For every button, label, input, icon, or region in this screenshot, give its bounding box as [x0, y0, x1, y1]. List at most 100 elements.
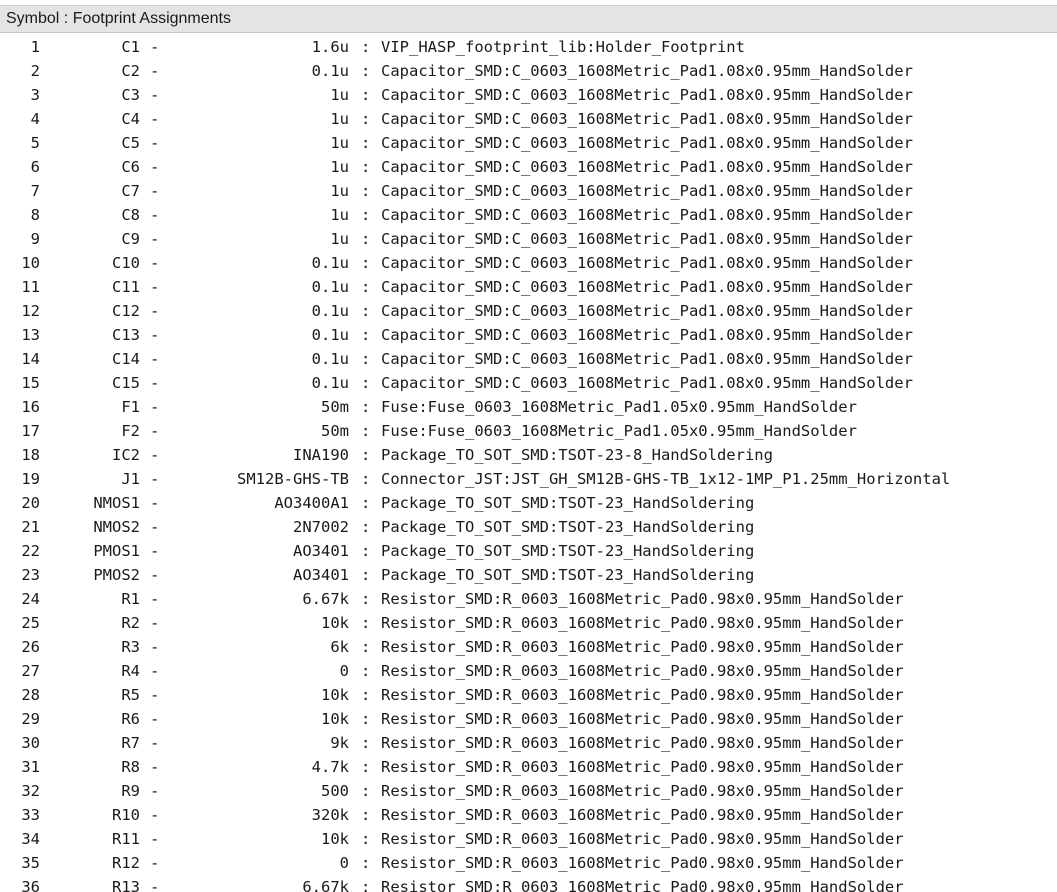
list-item[interactable]: 13 C13- 0.1u: Capacitor_SMD:C_0603_1608Metr… [0, 323, 1057, 347]
list-item[interactable]: 33 R10- 320k: Resistor_SMD:R_0603_1608Metri… [0, 803, 1057, 827]
row-index: 30 [21, 734, 40, 752]
row-value: 0.1u [311, 350, 349, 368]
list-item[interactable]: 26 R3- 6k: Resistor_SMD:R_0603_1608Metric_P… [0, 635, 1057, 659]
row-index: 36 [21, 878, 40, 892]
list-item[interactable]: 3 C3- 1u: Capacitor_SMD:C_0603_1608Metric_P… [0, 83, 1057, 107]
row-reference: C4 [121, 110, 140, 128]
list-item[interactable]: 1 C1- 1.6u: VIP_HASP_footprint_lib:Holder_F… [0, 35, 1057, 59]
list-item[interactable]: 7 C7- 1u: Capacitor_SMD:C_0603_1608Metric_P… [0, 179, 1057, 203]
row-separator: - [150, 278, 160, 296]
list-item[interactable]: 12 C12- 0.1u: Capacitor_SMD:C_0603_1608Metr… [0, 299, 1057, 323]
list-item[interactable]: 8 C8- 1u: Capacitor_SMD:C_0603_1608Metric_P… [0, 203, 1057, 227]
row-separator: - [150, 110, 160, 128]
list-item[interactable]: 24 R1- 6.67k: Resistor_SMD:R_0603_1608Metri… [0, 587, 1057, 611]
row-value: AO3401 [293, 566, 349, 584]
list-item[interactable]: 35 R12- 0: Resistor_SMD:R_0603_1608Metric_P… [0, 851, 1057, 875]
list-item[interactable]: 25 R2- 10k: Resistor_SMD:R_0603_1608Metric_… [0, 611, 1057, 635]
list-item[interactable]: 31 R8- 4.7k: Resistor_SMD:R_0603_1608Metric… [0, 755, 1057, 779]
row-footprint: Package_TO_SOT_SMD:TSOT-23_HandSoldering [381, 542, 755, 560]
row-index: 28 [21, 686, 40, 704]
row-footprint: Resistor_SMD:R_0603_1608Metric_Pad0.98x0… [381, 662, 904, 680]
list-item[interactable]: 6 C6- 1u: Capacitor_SMD:C_0603_1608Metric_P… [0, 155, 1057, 179]
row-reference: C8 [121, 206, 140, 224]
list-item[interactable]: 11 C11- 0.1u: Capacitor_SMD:C_0603_1608Metr… [0, 275, 1057, 299]
row-separator: - [150, 86, 160, 104]
list-item[interactable]: 16 F1- 50m: Fuse:Fuse_0603_1608Metric_Pad1.… [0, 395, 1057, 419]
row-value: 0 [339, 662, 349, 680]
list-item[interactable]: 32 R9- 500: Resistor_SMD:R_0603_1608Metric_… [0, 779, 1057, 803]
list-item[interactable]: 5 C5- 1u: Capacitor_SMD:C_0603_1608Metric_P… [0, 131, 1057, 155]
list-item[interactable]: 18 IC2- INA190: Package_TO_SOT_SMD:TSOT-23-… [0, 443, 1057, 467]
row-index: 2 [30, 62, 40, 80]
list-item[interactable]: 19 J1- SM12B-GHS-TB: Connector_JST:JST_GH_S… [0, 467, 1057, 491]
row-reference: C10 [112, 254, 140, 272]
row-reference: C11 [112, 278, 140, 296]
list-item[interactable]: 22 PMOS1- AO3401: Package_TO_SOT_SMD:TSOT-2… [0, 539, 1057, 563]
row-footprint: VIP_HASP_footprint_lib:Holder_Footprint [381, 38, 745, 56]
list-item[interactable]: 20 NMOS1- AO3400A1: Package_TO_SOT_SMD:TSOT… [0, 491, 1057, 515]
row-index: 17 [21, 422, 40, 440]
list-item[interactable]: 15 C15- 0.1u: Capacitor_SMD:C_0603_1608Metr… [0, 371, 1057, 395]
row-colon: : [361, 302, 371, 320]
row-colon: : [361, 590, 371, 608]
row-index: 11 [21, 278, 40, 296]
row-footprint: Capacitor_SMD:C_0603_1608Metric_Pad1.08x… [381, 86, 913, 104]
row-index: 5 [30, 134, 40, 152]
list-item[interactable]: 4 C4- 1u: Capacitor_SMD:C_0603_1608Metric_P… [0, 107, 1057, 131]
row-footprint: Resistor_SMD:R_0603_1608Metric_Pad0.98x0… [381, 782, 904, 800]
row-footprint: Resistor_SMD:R_0603_1608Metric_Pad0.98x0… [381, 830, 904, 848]
row-index: 29 [21, 710, 40, 728]
row-reference: R9 [121, 782, 140, 800]
row-value: 9k [330, 734, 349, 752]
row-index: 18 [21, 446, 40, 464]
row-reference: R11 [112, 830, 140, 848]
row-footprint: Fuse:Fuse_0603_1608Metric_Pad1.05x0.95mm… [381, 398, 857, 416]
row-separator: - [150, 374, 160, 392]
row-footprint: Capacitor_SMD:C_0603_1608Metric_Pad1.08x… [381, 230, 913, 248]
row-colon: : [361, 638, 371, 656]
row-value: 0.1u [311, 278, 349, 296]
row-colon: : [361, 446, 371, 464]
list-item[interactable]: 10 C10- 0.1u: Capacitor_SMD:C_0603_1608Metr… [0, 251, 1057, 275]
row-footprint: Resistor_SMD:R_0603_1608Metric_Pad0.98x0… [381, 734, 904, 752]
row-reference: R6 [121, 710, 140, 728]
row-footprint: Resistor_SMD:R_0603_1608Metric_Pad0.98x0… [381, 854, 904, 872]
row-index: 8 [30, 206, 40, 224]
row-colon: : [361, 110, 371, 128]
row-colon: : [361, 734, 371, 752]
row-colon: : [361, 470, 371, 488]
list-item[interactable]: 17 F2- 50m: Fuse:Fuse_0603_1608Metric_Pad1.… [0, 419, 1057, 443]
row-footprint: Package_TO_SOT_SMD:TSOT-23_HandSoldering [381, 518, 755, 536]
row-footprint: Capacitor_SMD:C_0603_1608Metric_Pad1.08x… [381, 350, 913, 368]
list-item[interactable]: 27 R4- 0: Resistor_SMD:R_0603_1608Metric_Pa… [0, 659, 1057, 683]
row-separator: - [150, 710, 160, 728]
row-separator: - [150, 470, 160, 488]
assignment-list[interactable]: 1 C1-1.6u: VIP_HASP_footprint_lib:Holder_F… [0, 35, 1057, 892]
row-colon: : [361, 806, 371, 824]
row-separator: - [150, 590, 160, 608]
row-separator: - [150, 734, 160, 752]
row-reference: C15 [112, 374, 140, 392]
list-item[interactable]: 30 R7- 9k: Resistor_SMD:R_0603_1608Metric_P… [0, 731, 1057, 755]
list-item[interactable]: 34 R11- 10k: Resistor_SMD:R_0603_1608Metric… [0, 827, 1057, 851]
list-item[interactable]: 9 C9- 1u: Capacitor_SMD:C_0603_1608Metric_P… [0, 227, 1057, 251]
list-item[interactable]: 14 C14- 0.1u: Capacitor_SMD:C_0603_1608Metr… [0, 347, 1057, 371]
row-index: 22 [21, 542, 40, 560]
list-item[interactable]: 21 NMOS2- 2N7002: Package_TO_SOT_SMD:TSOT-2… [0, 515, 1057, 539]
list-item[interactable]: 2 C2- 0.1u: Capacitor_SMD:C_0603_1608Metric… [0, 59, 1057, 83]
list-item[interactable]: 23 PMOS2- AO3401: Package_TO_SOT_SMD:TSOT-2… [0, 563, 1057, 587]
row-value: 1u [330, 110, 349, 128]
row-reference: C6 [121, 158, 140, 176]
row-reference: R12 [112, 854, 140, 872]
row-footprint: Resistor_SMD:R_0603_1608Metric_Pad0.98x0… [381, 710, 904, 728]
row-reference: C3 [121, 86, 140, 104]
row-separator: - [150, 398, 160, 416]
list-item[interactable]: 29 R6- 10k: Resistor_SMD:R_0603_1608Metric_… [0, 707, 1057, 731]
list-item[interactable]: 36 R13- 6.67k: Resistor_SMD:R_0603_1608Metr… [0, 875, 1057, 892]
row-reference: NMOS1 [93, 494, 140, 512]
row-index: 10 [21, 254, 40, 272]
row-index: 9 [30, 230, 40, 248]
row-footprint: Package_TO_SOT_SMD:TSOT-23-8_HandSolderi… [381, 446, 773, 464]
list-item[interactable]: 28 R5- 10k: Resistor_SMD:R_0603_1608Metric_… [0, 683, 1057, 707]
row-value: 6.67k [302, 878, 349, 892]
